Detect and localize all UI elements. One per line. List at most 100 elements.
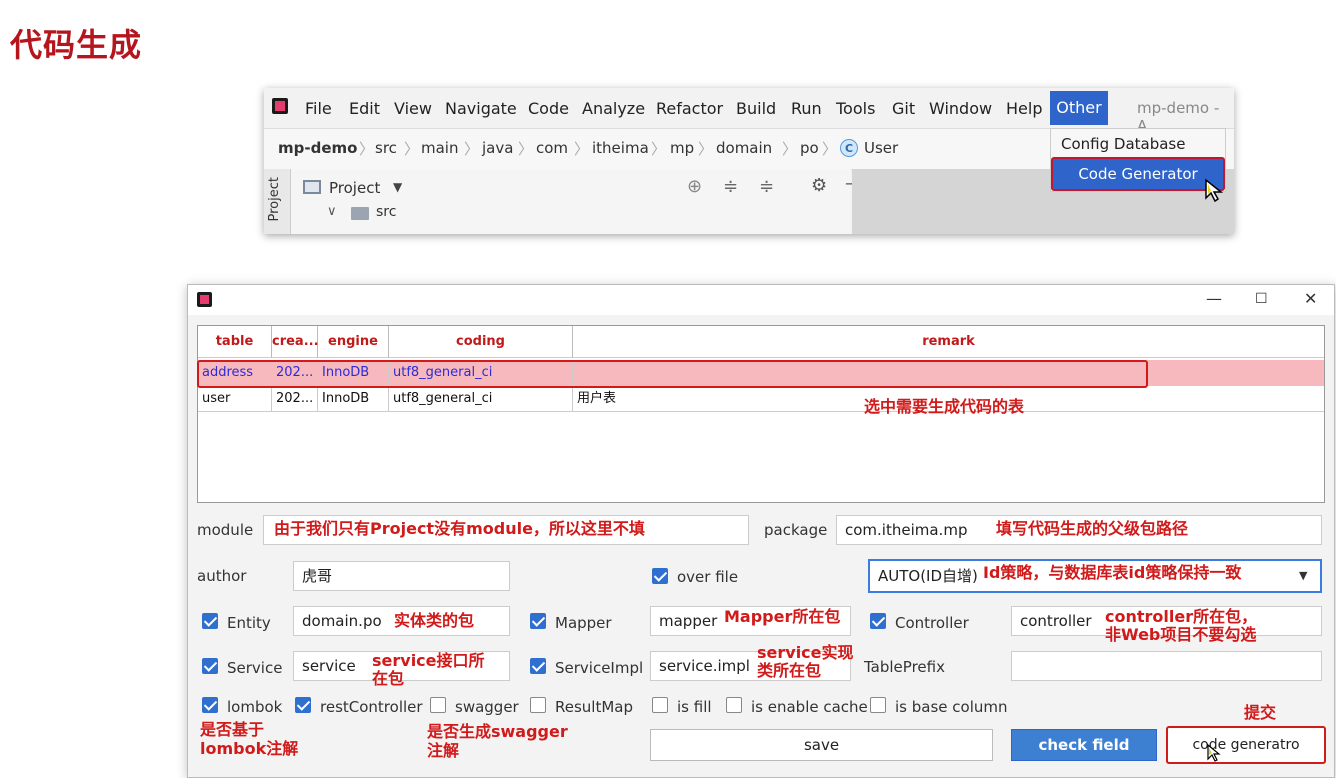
menu-edit[interactable]: Edit — [349, 99, 380, 118]
breadcrumb-item[interactable]: mp-demo — [278, 139, 357, 157]
chevron-right-icon: 〉 — [651, 140, 667, 158]
table-cell: user — [198, 386, 272, 412]
column-header[interactable]: coding — [389, 326, 573, 358]
menu-view[interactable]: View — [394, 99, 432, 118]
mapper-checkbox[interactable] — [530, 613, 546, 629]
save-button[interactable]: save — [650, 729, 993, 761]
annotation-entity: 实体类的包 — [394, 611, 475, 630]
annotation-package: 填写代码生成的父级包路径 — [996, 519, 1189, 538]
chevron-down-icon[interactable]: ∨ — [327, 204, 337, 219]
annotation-service-impl-2: 类所在包 — [757, 661, 822, 680]
over-file-checkbox[interactable] — [652, 568, 668, 584]
controller-checkbox[interactable] — [870, 613, 886, 629]
entity-label: Entity — [227, 614, 271, 632]
table-list: table name crea... engine coding remark … — [197, 325, 1325, 503]
breadcrumb-item[interactable]: itheima — [592, 139, 649, 157]
annotation-service-2: 在包 — [372, 669, 405, 688]
menu-help[interactable]: Help — [1006, 99, 1042, 118]
caret-down-icon[interactable]: ▼ — [393, 180, 402, 194]
close-icon[interactable]: ✕ — [1304, 289, 1317, 308]
project-dropdown[interactable]: Project — [329, 179, 380, 197]
service-checkbox[interactable] — [202, 658, 218, 674]
breadcrumb-item[interactable]: src — [375, 139, 397, 157]
menu-navigate[interactable]: Navigate — [445, 99, 517, 118]
menu-window[interactable]: Window — [929, 99, 992, 118]
project-tool-strip[interactable]: Project — [264, 169, 291, 234]
collapse-all-icon[interactable]: ≑ — [759, 176, 774, 197]
annotation-submit: 提交 — [1244, 703, 1277, 722]
is-base-column-checkbox[interactable] — [870, 697, 886, 713]
breadcrumb-item[interactable]: java — [482, 139, 513, 157]
project-strip-label: Project — [267, 177, 282, 222]
chevron-right-icon: 〉 — [574, 140, 590, 158]
swagger-checkbox[interactable] — [430, 697, 446, 713]
annotation-service-1: service接口所 — [372, 651, 485, 670]
code-generatro-button[interactable]: code generatro — [1166, 726, 1326, 764]
breadcrumb-item[interactable]: domain — [716, 139, 772, 157]
entity-checkbox[interactable] — [202, 613, 218, 629]
chevron-right-icon: 〉 — [822, 140, 838, 158]
menu-code[interactable]: Code — [528, 99, 569, 118]
column-header[interactable]: table name — [198, 326, 272, 381]
menu-file[interactable]: File — [305, 99, 332, 118]
annotation-swagger-1: 是否生成swagger — [427, 722, 568, 741]
is-fill-checkbox[interactable] — [652, 697, 668, 713]
is-fill-label: is fill — [677, 698, 712, 716]
locate-icon[interactable]: ⊕ — [687, 176, 702, 197]
menu-build[interactable]: Build — [736, 99, 776, 118]
menu-tools[interactable]: Tools — [836, 99, 875, 118]
breadcrumb-item[interactable]: com — [536, 139, 568, 157]
is-enable-cache-checkbox[interactable] — [726, 697, 742, 713]
author-label: author — [197, 567, 247, 585]
breadcrumb-item[interactable]: main — [421, 139, 458, 157]
annotation-service-impl-1: service实现 — [757, 643, 854, 662]
caret-down-icon[interactable]: ▼ — [1299, 569, 1307, 582]
service-impl-checkbox[interactable] — [530, 658, 546, 674]
chevron-right-icon: 〉 — [404, 140, 420, 158]
annotation-select-table: 选中需要生成代码的表 — [864, 397, 1025, 416]
chevron-right-icon: 〉 — [782, 140, 798, 158]
lombok-checkbox[interactable] — [202, 697, 218, 713]
chevron-right-icon: 〉 — [698, 140, 714, 158]
annotation-swagger-2: 注解 — [427, 741, 460, 760]
package-label: package — [764, 521, 828, 539]
result-map-checkbox[interactable] — [530, 697, 546, 713]
table-cell: 202... — [272, 386, 318, 412]
annotation-module: 由于我们只有Project没有module，所以这里不填 — [274, 519, 645, 538]
module-label: module — [197, 521, 254, 539]
over-file-label: over file — [677, 568, 739, 586]
column-header[interactable]: crea... — [272, 326, 319, 358]
menu-item-config-database[interactable]: Config Database — [1061, 135, 1185, 153]
folder-icon — [351, 207, 369, 220]
menu-git[interactable]: Git — [892, 99, 915, 118]
menu-other[interactable]: Other — [1050, 91, 1108, 125]
project-view-icon — [303, 180, 321, 194]
rest-controller-checkbox[interactable] — [295, 697, 311, 713]
annotation-controller-2: 非Web项目不要勾选 — [1105, 625, 1257, 644]
breadcrumb-item[interactable]: po — [800, 139, 819, 157]
table-prefix-field[interactable] — [1011, 651, 1322, 681]
table-prefix-label: TablePrefix — [864, 658, 945, 676]
is-base-column-label: is base column — [895, 698, 1008, 716]
check-field-button[interactable]: check field — [1011, 729, 1157, 761]
annotation-lombok-2: lombok注解 — [200, 739, 299, 758]
menu-refactor[interactable]: Refactor — [656, 99, 723, 118]
column-header[interactable]: remark — [573, 326, 1324, 358]
minimize-window-icon[interactable]: — — [1206, 289, 1222, 308]
service-impl-label: ServiceImpl — [555, 659, 644, 677]
menu-analyze[interactable]: Analyze — [582, 99, 645, 118]
menu-run[interactable]: Run — [791, 99, 822, 118]
author-field[interactable]: 虎哥 — [293, 561, 510, 591]
chevron-right-icon: 〉 — [359, 140, 375, 158]
tree-item-src[interactable]: src — [376, 204, 396, 220]
service-label: Service — [227, 659, 283, 677]
gear-icon[interactable]: ⚙ — [811, 175, 827, 196]
maximize-window-icon[interactable]: ☐ — [1255, 291, 1268, 307]
breadcrumb-item[interactable]: mp — [670, 139, 694, 157]
ide-logo-icon — [272, 98, 288, 114]
annotation-mapper: Mapper所在包 — [724, 607, 841, 626]
menu-item-code-generator[interactable]: Code Generator — [1051, 157, 1225, 191]
expand-all-icon[interactable]: ≑ — [723, 176, 738, 197]
breadcrumb-item[interactable]: User — [864, 139, 898, 157]
column-header[interactable]: engine — [318, 326, 389, 358]
